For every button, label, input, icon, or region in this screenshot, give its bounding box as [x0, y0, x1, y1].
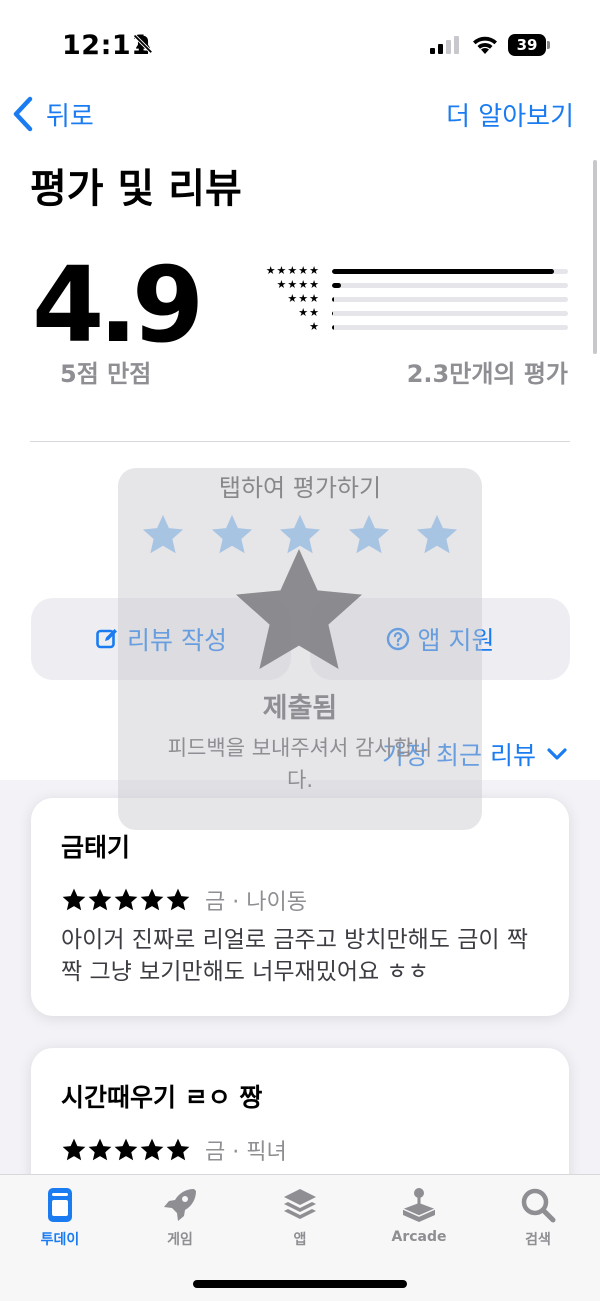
- tab-search[interactable]: 검색: [488, 1185, 588, 1249]
- reviews-page: 12:11 39 뒤로 더 알아보기 평가 및 리뷰 4.9 5점 만점 ★★★…: [0, 0, 600, 1301]
- histogram-row: ★★★: [250, 292, 570, 306]
- review-rating: [61, 887, 191, 913]
- histogram-bar: [332, 297, 568, 302]
- review-author-date: 금 · 픽녀: [205, 1140, 287, 1165]
- wifi-icon: [473, 36, 497, 54]
- review-meta: 금 · 픽녀: [61, 1134, 287, 1166]
- tab-apps[interactable]: 앱: [250, 1185, 350, 1249]
- submitted-label: 제출됨: [262, 693, 338, 724]
- review-title: 시간때우기 ㄹㅇ 짱: [61, 1083, 263, 1112]
- histogram-stars: ★: [309, 320, 320, 333]
- status-bar: 12:11 39: [0, 0, 600, 90]
- submitted-star-icon: [236, 549, 362, 669]
- star-icon: [62, 888, 86, 911]
- compose-icon: [96, 629, 118, 649]
- page-title: 평가 및 리뷰: [30, 166, 242, 212]
- histogram-bar: [332, 269, 568, 274]
- silent-bell-icon: [133, 34, 153, 54]
- review-body: 아이거 진짜로 리얼로 금주고 방치만해도 금이 짝짝 그냥 보기만해도 너무재…: [61, 927, 529, 985]
- review-title: 금태기: [61, 833, 131, 862]
- histogram-row: ★: [250, 320, 570, 334]
- histogram-bar: [332, 311, 568, 316]
- histogram-row: ★★★★: [250, 278, 570, 292]
- tab-today-label: 투데이: [40, 1232, 80, 1248]
- star-icon: [88, 1138, 112, 1161]
- tab-search-label: 검색: [525, 1232, 551, 1248]
- star-icon: [140, 888, 164, 911]
- review-card[interactable]: 금태기 금 · 나이동 아이거 진짜로 리얼로 금주고 방치만해도 금이 짝짝 …: [31, 798, 569, 1016]
- search-icon: [521, 1188, 556, 1223]
- histogram-row: ★★: [250, 306, 570, 320]
- review-author-date: 금 · 나이동: [205, 890, 307, 915]
- cellular-signal-icon: [430, 36, 459, 54]
- rating-out-of: 5점 만점: [60, 360, 152, 388]
- star-icon: [62, 1138, 86, 1161]
- tab-arcade-label: Arcade: [391, 1229, 447, 1245]
- histogram-bar: [332, 325, 568, 330]
- star-icon: [88, 888, 112, 911]
- star-icon: [166, 1138, 190, 1161]
- histogram-stars: ★★★: [287, 292, 320, 305]
- learn-more-link[interactable]: 더 알아보기: [446, 96, 574, 133]
- rating-histogram: ★★★★★ ★★★★ ★★★ ★★ ★: [250, 264, 570, 334]
- layers-icon: [284, 1189, 316, 1219]
- today-icon: [48, 1188, 72, 1222]
- review-rating: [61, 1137, 191, 1163]
- tab-games-label: 게임: [167, 1232, 193, 1248]
- chevron-down-icon: [547, 748, 567, 760]
- tab-today[interactable]: 투데이: [10, 1185, 110, 1249]
- tab-arcade[interactable]: Arcade: [369, 1185, 469, 1245]
- star-icon: [114, 1138, 138, 1161]
- battery-icon: 39: [508, 34, 550, 56]
- star-icon: [166, 888, 190, 911]
- back-label: 뒤로: [46, 101, 94, 132]
- tab-apps-label: 앱: [293, 1232, 307, 1248]
- scroll-indicator: [593, 160, 597, 354]
- star-icon: [114, 888, 138, 911]
- chevron-left-icon: [13, 96, 33, 132]
- histogram-row: ★★★★★: [250, 264, 570, 278]
- histogram-stars: ★★: [298, 306, 320, 319]
- divider: [30, 441, 570, 442]
- home-indicator[interactable]: [193, 1280, 407, 1288]
- back-button[interactable]: 뒤로: [12, 94, 94, 134]
- arcade-icon: [402, 1188, 436, 1222]
- thanks-message: 피드백을 보내주셔서 감사합니다.: [167, 736, 433, 792]
- histogram-bar: [332, 283, 568, 288]
- battery-level: 39: [516, 36, 538, 54]
- tab-games[interactable]: 게임: [130, 1185, 230, 1249]
- histogram-stars: ★★★★★: [265, 264, 320, 277]
- average-rating: 4.9: [32, 244, 204, 366]
- review-meta: 금 · 나이동: [61, 884, 307, 916]
- rating-count: 2.3만개의 평가: [406, 360, 568, 388]
- histogram-stars: ★★★★: [276, 278, 320, 291]
- star-icon: [140, 1138, 164, 1161]
- rocket-icon: [164, 1189, 196, 1221]
